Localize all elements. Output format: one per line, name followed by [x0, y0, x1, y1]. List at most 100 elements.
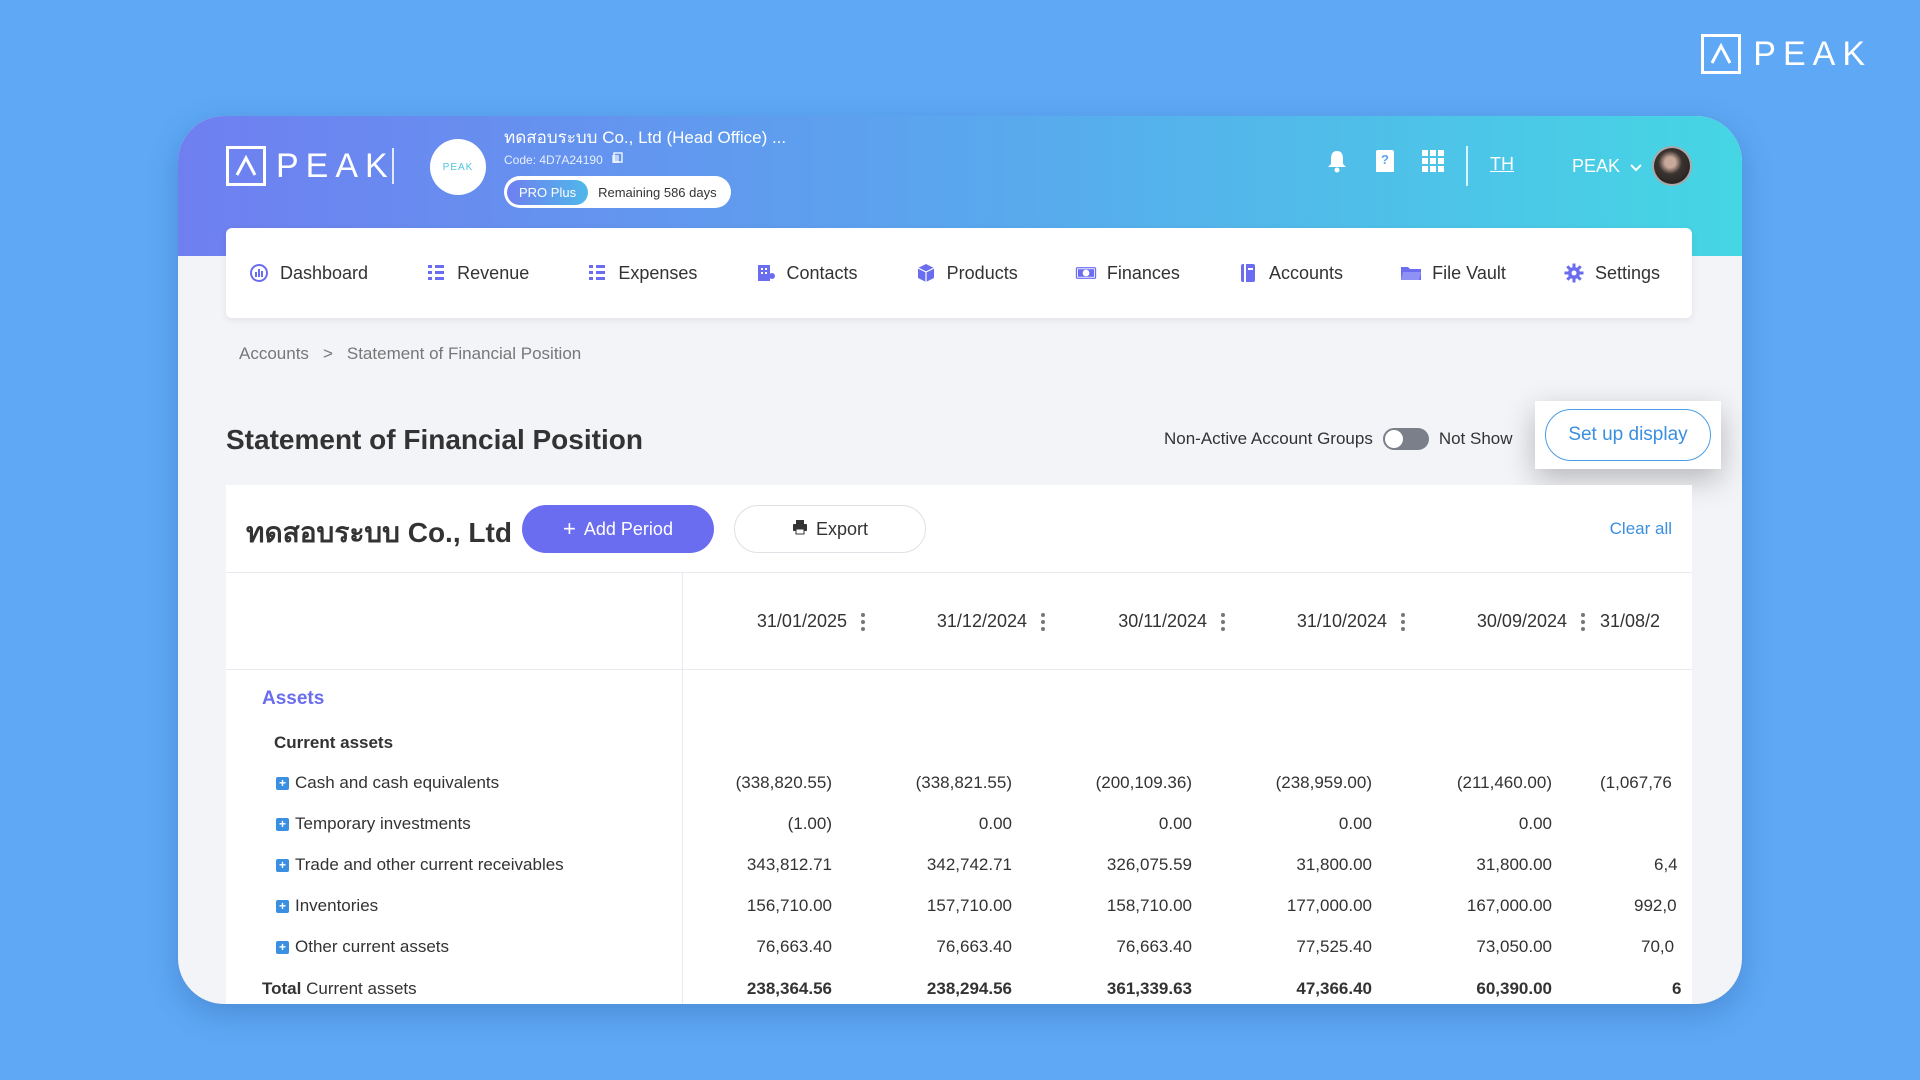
expand-icon[interactable]: + — [276, 817, 289, 831]
row-label: + Other current assets — [276, 937, 449, 957]
main-nav: Dashboard Revenue Expenses Contacts Prod… — [226, 228, 1692, 318]
column-date: 31/08/2 — [1600, 611, 1661, 631]
statement-table: 31/01/2025 31/12/2024 30/11/2024 31/10/2… — [226, 573, 1692, 1004]
row-label-text: Cash and cash equivalents — [295, 773, 500, 792]
clear-all-link[interactable]: Clear all — [1610, 519, 1672, 539]
expand-icon[interactable]: + — [276, 899, 289, 913]
company-avatar[interactable]: PEAK — [430, 139, 486, 195]
section-label: Assets — [262, 688, 325, 709]
company-name[interactable]: ทดสอบระบบ Co., Ltd (Head Office) ... — [504, 124, 786, 151]
user-menu[interactable]: PEAK — [1572, 146, 1692, 186]
total-cell: 47,366.40 — [1296, 979, 1372, 998]
table-cell: 167,000.00 — [1466, 896, 1552, 915]
printer-icon — [792, 519, 808, 540]
expand-icon[interactable]: + — [276, 940, 289, 954]
section-row: Assets — [226, 678, 1692, 719]
table-row: + Inventories 156,710.00 157,710.00 158,… — [226, 886, 1692, 927]
total-cell: 361,339.63 — [1106, 979, 1192, 998]
column-header: 31/12/2024 — [863, 573, 1047, 670]
page-title: Statement of Financial Position — [226, 424, 643, 455]
peak-logo-icon — [226, 146, 266, 186]
nav-label: Products — [946, 262, 1018, 283]
box-icon — [915, 262, 937, 284]
nav-label: Dashboard — [280, 262, 369, 283]
breadcrumb-accounts-link[interactable]: Accounts — [239, 344, 309, 364]
table-cell: 0.00 — [1518, 814, 1552, 833]
nav-label: Contacts — [786, 262, 858, 283]
nav-label: Expenses — [618, 262, 698, 283]
export-button[interactable]: Export — [734, 505, 926, 553]
plan-pill: PRO Plus Remaining 586 days — [504, 176, 731, 208]
corner-brand-logo: PEAK — [1701, 34, 1872, 74]
export-label: Export — [815, 518, 869, 539]
total-prefix: Total — [262, 979, 302, 998]
nav-label: Revenue — [457, 262, 530, 283]
ledger-icon — [1237, 262, 1259, 284]
money-icon — [1075, 262, 1097, 284]
card-company-name: ทดสอบระบบ Co., Ltd — [246, 517, 512, 548]
table-cell: (238,959.00) — [1275, 773, 1372, 792]
nav-item-products[interactable]: Products — [915, 262, 1018, 284]
table-cell: 342,742.71 — [926, 855, 1012, 874]
row-label-text: Temporary investments — [295, 814, 471, 833]
table-cell: 70,0 — [1641, 937, 1675, 956]
row-label: + Inventories — [276, 896, 378, 916]
nav-item-expenses[interactable]: Expenses — [586, 262, 697, 284]
table-cell: (211,460.00) — [1456, 773, 1552, 792]
nav-item-accounts[interactable]: Accounts — [1237, 262, 1343, 284]
statement-card: ทดสอบระบบ Co., Ltd + Add Period Export C… — [226, 485, 1692, 1004]
revenue-icon — [425, 262, 447, 284]
total-cell: 6 — [1672, 979, 1682, 998]
column-date: 30/09/2024 — [1476, 611, 1567, 631]
table-cell: 31,800.00 — [1476, 855, 1552, 874]
nav-item-revenue[interactable]: Revenue — [425, 262, 529, 284]
nav-label: Finances — [1106, 262, 1180, 283]
column-header: 31/10/2024 — [1223, 573, 1407, 670]
nav-item-dashboard[interactable]: Dashboard — [248, 262, 368, 284]
expenses-icon — [586, 262, 608, 284]
table-cell: 6,4 — [1654, 855, 1678, 874]
help-book-icon[interactable]: ? — [1372, 148, 1398, 174]
table-cell: 157,710.00 — [926, 896, 1012, 915]
nav-item-settings[interactable]: Settings — [1563, 262, 1660, 284]
language-switch[interactable]: TH — [1490, 154, 1514, 175]
bell-icon[interactable] — [1324, 148, 1350, 174]
column-date: 31/10/2024 — [1296, 611, 1387, 631]
total-label: Total Current assets — [262, 979, 417, 999]
table-cell: (200,109.36) — [1095, 773, 1192, 792]
app-brand-name: PEAK — [276, 146, 395, 185]
table-cell: 73,050.00 — [1476, 937, 1552, 956]
company-code-text: Code: 4D7A24190 — [504, 152, 603, 167]
total-label-text: Current assets — [306, 979, 417, 998]
add-period-button[interactable]: + Add Period — [522, 505, 714, 553]
table-cell: (338,821.55) — [915, 773, 1012, 792]
peak-logo-icon — [1701, 34, 1742, 74]
app-logo[interactable]: PEAK — [226, 146, 395, 186]
app-window: PEAK PEAK ทดสอบระบบ Co., Ltd (Head Offic… — [178, 116, 1742, 1004]
copy-icon[interactable] — [611, 152, 623, 167]
plus-icon: + — [563, 516, 576, 541]
expand-icon[interactable]: + — [276, 776, 289, 790]
column-date: 31/12/2024 — [936, 611, 1027, 631]
header-divider-right — [1466, 146, 1468, 186]
table-cell: 0.00 — [1338, 814, 1372, 833]
table-row: + Cash and cash equivalents (338,820.55)… — [226, 763, 1692, 804]
nav-item-file-vault[interactable]: File Vault — [1400, 262, 1506, 284]
nav-label: Settings — [1594, 262, 1660, 283]
table-cell: (1,067,76 — [1600, 773, 1672, 792]
table-cell: 0.00 — [1158, 814, 1192, 833]
table-cell: 31,800.00 — [1296, 855, 1372, 874]
table-row: + Temporary investments (1.00) 0.00 0.00… — [226, 804, 1692, 845]
row-label: + Trade and other current receivables — [276, 855, 564, 875]
nav-item-finances[interactable]: Finances — [1075, 262, 1180, 284]
expand-icon[interactable]: + — [276, 858, 289, 872]
setup-display-button[interactable]: Set up display — [1545, 409, 1711, 461]
breadcrumb: Accounts > Statement of Financial Positi… — [239, 344, 581, 364]
subsection-label: Current assets — [274, 733, 394, 752]
table-cell: 156,710.00 — [746, 896, 832, 915]
total-cell: 238,294.56 — [926, 979, 1012, 998]
user-avatar[interactable] — [1652, 146, 1692, 186]
apps-grid-icon[interactable] — [1420, 148, 1446, 174]
nav-item-contacts[interactable]: Contacts — [755, 262, 858, 284]
non-active-groups-toggle[interactable] — [1382, 428, 1429, 450]
